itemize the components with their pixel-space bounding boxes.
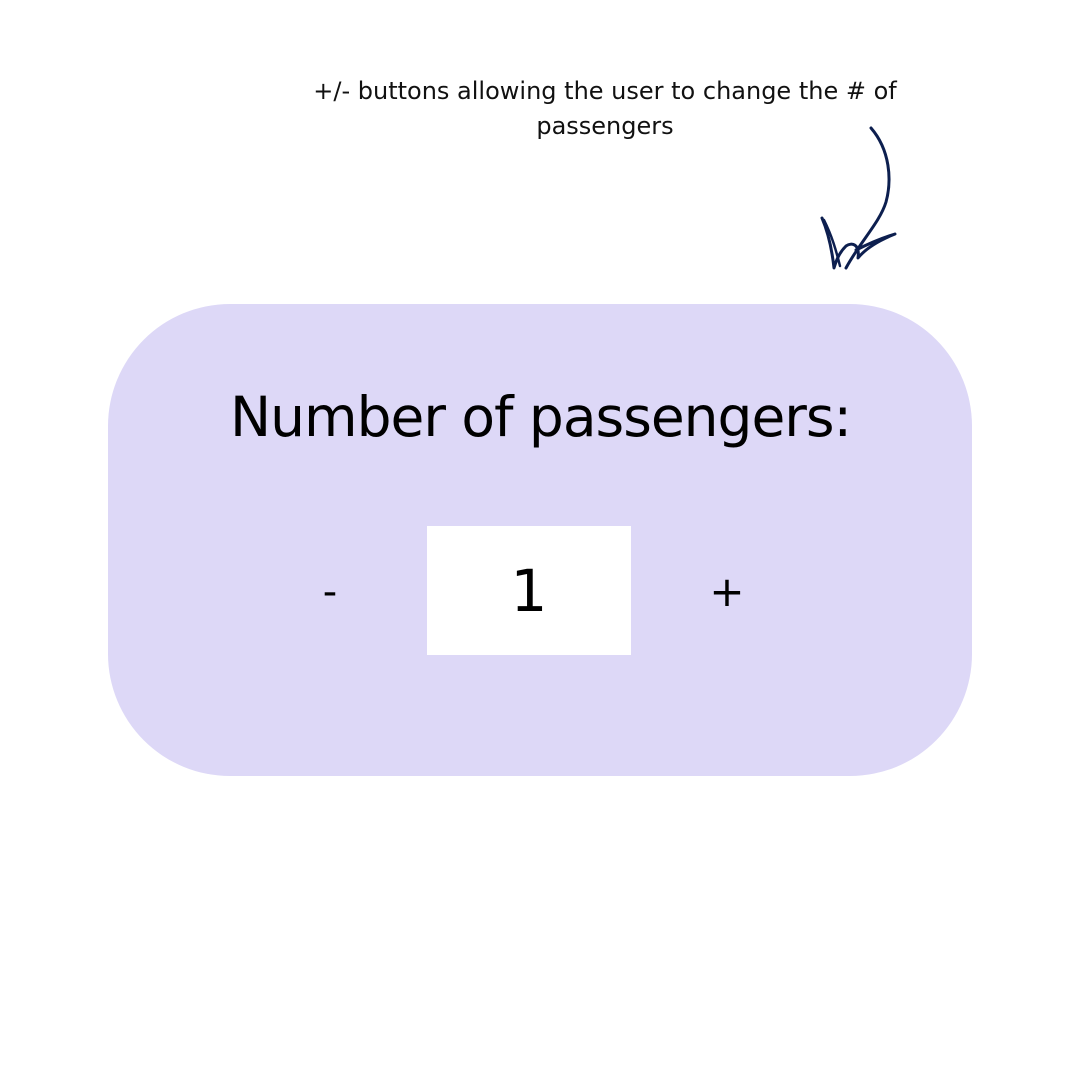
increment-button[interactable]: + (697, 560, 757, 624)
hand-drawn-arrow-icon (820, 126, 897, 270)
annotation-line-1: +/- buttons allowing the user to change … (313, 77, 897, 105)
passenger-count-label: Number of passengers: (230, 385, 852, 449)
decrement-button[interactable]: - (300, 560, 360, 624)
passenger-count-field[interactable] (427, 526, 631, 655)
